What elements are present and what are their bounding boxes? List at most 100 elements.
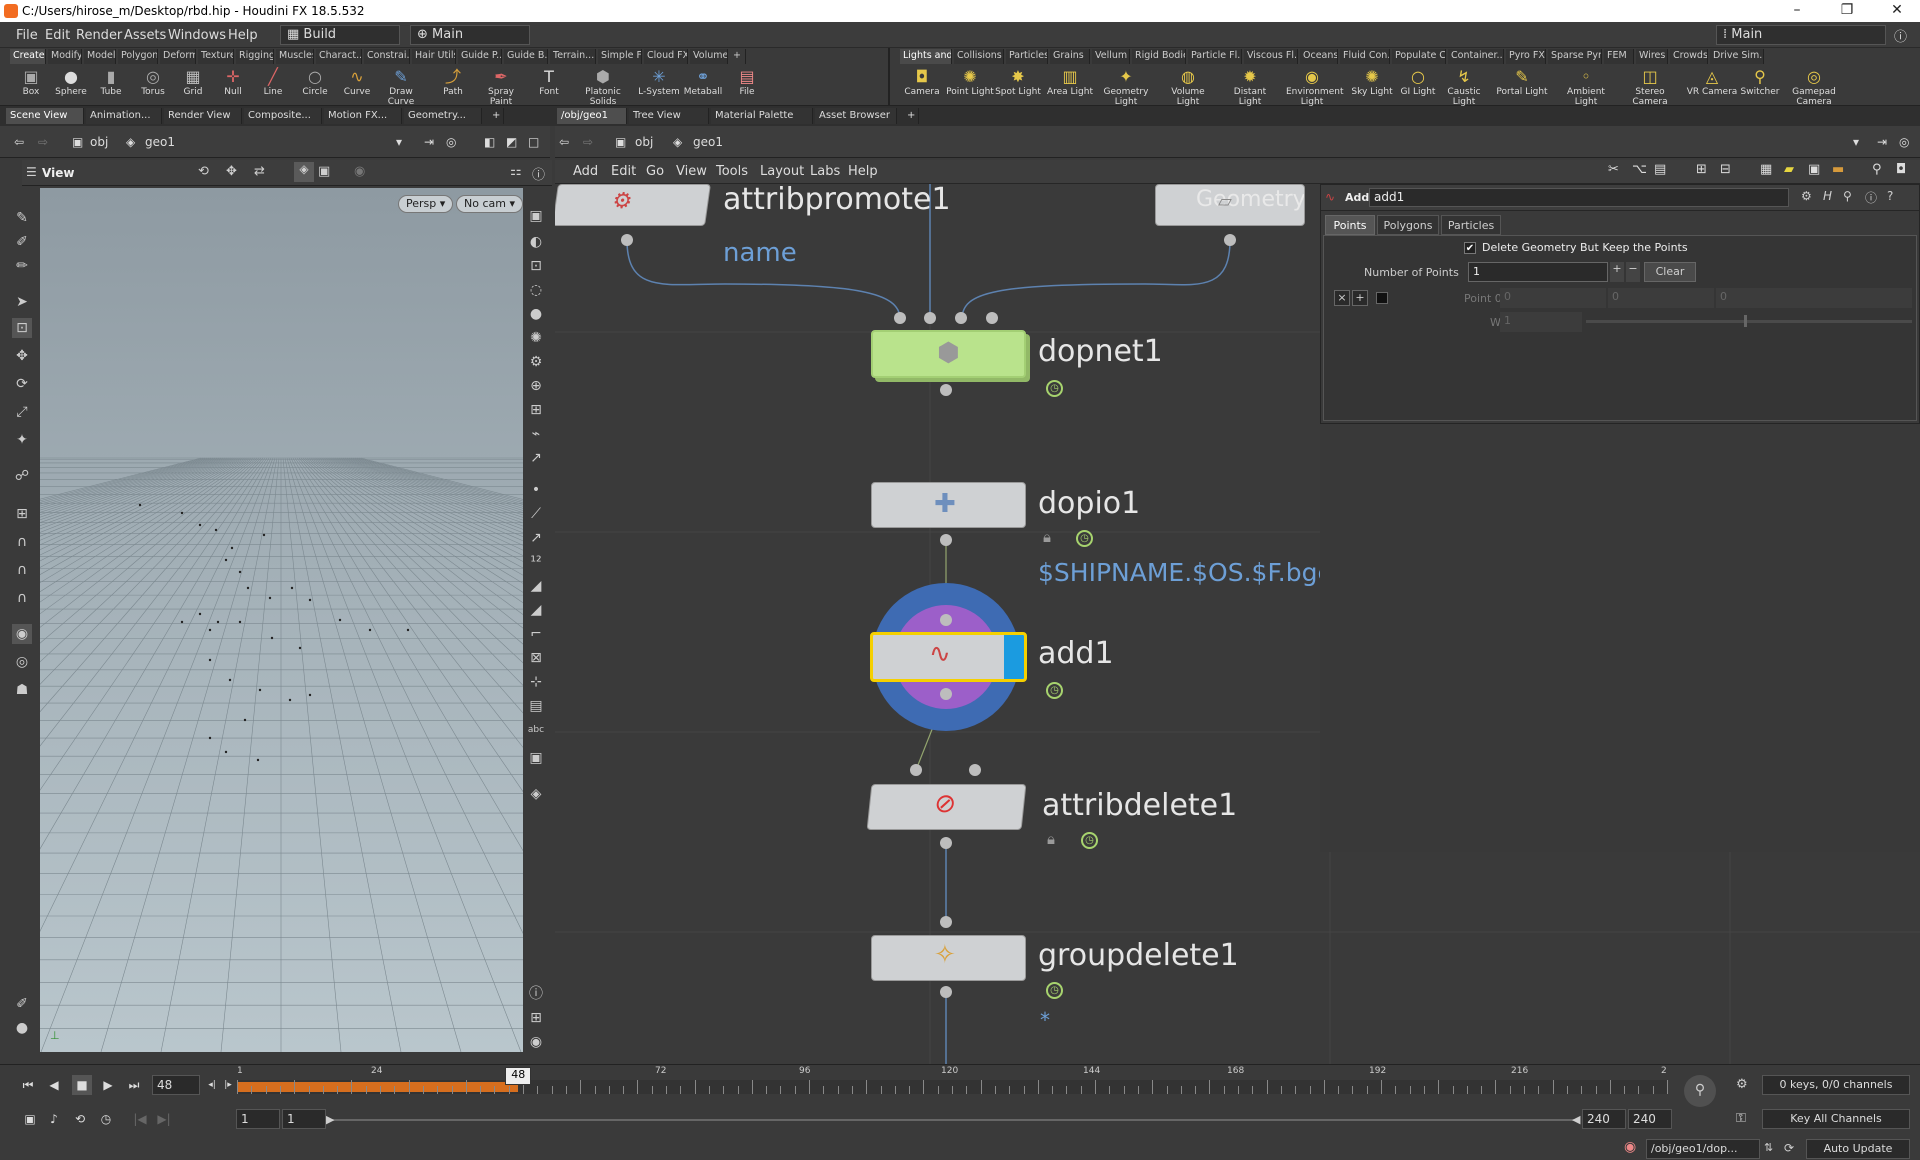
label-attribpromote1[interactable]: attribpromote1	[723, 184, 951, 217]
num-points-plus[interactable]: +	[1610, 262, 1624, 282]
shelf-right-tab-10[interactable]: Populate C...	[1392, 49, 1446, 64]
tool-ambient-light[interactable]: ◦ Ambient Light	[1560, 67, 1612, 107]
net-search-icon[interactable]: ⚲	[1872, 162, 1882, 177]
shelf-right-tab-11[interactable]: Container...	[1448, 49, 1504, 64]
shelf-right-tab-4[interactable]: Vellum	[1092, 49, 1130, 64]
close-button[interactable]: ✕	[1882, 2, 1912, 18]
jump-start-button[interactable]: ⏮	[18, 1075, 38, 1095]
key-icon[interactable]: ⚿	[1736, 1111, 1746, 1126]
pin-icon[interactable]: ⇥	[424, 135, 434, 149]
param-search-icon[interactable]: ⚲	[1843, 189, 1852, 203]
shelf-tab-10[interactable]: Hair Utils	[412, 49, 456, 64]
shelf-tab-2[interactable]: Model	[84, 49, 116, 64]
net-dropdown-icon[interactable]: ▾	[1853, 135, 1859, 149]
num-points-field[interactable]: 1	[1468, 262, 1608, 282]
path-obj[interactable]: obj	[90, 135, 108, 149]
node-attribdelete1[interactable]: ⊘	[866, 784, 1027, 830]
tool-file[interactable]: ▤ File	[724, 67, 770, 105]
output-connector[interactable]	[940, 384, 952, 396]
shelf-tab-3[interactable]: Polygon	[118, 49, 158, 64]
input-connector[interactable]	[955, 312, 967, 324]
bbox-icon[interactable]: ⊠	[526, 648, 546, 668]
timeline-frame-marker[interactable]: 48	[505, 1067, 532, 1085]
tool-gi-light[interactable]: ○ GI Light	[1392, 67, 1444, 105]
point0-x-field[interactable]: 0	[1500, 288, 1606, 308]
lens-icon[interactable]: ◎	[12, 652, 32, 672]
display-options-icon[interactable]: ⚏	[510, 164, 522, 179]
select-arrow-icon[interactable]: ➤	[12, 292, 32, 312]
net-tab-2[interactable]: Material Palette	[711, 108, 813, 124]
play-button[interactable]: ▶	[98, 1075, 118, 1095]
point0-y-field[interactable]: 0	[1608, 288, 1714, 308]
label-add1[interactable]: add1	[1038, 636, 1114, 671]
tool-sky-light[interactable]: ✺ Sky Light	[1346, 67, 1398, 105]
uv-icon[interactable]: ⌐	[526, 624, 546, 644]
shelf-tab-7[interactable]: Muscles	[276, 49, 314, 64]
minimize-button[interactable]: –	[1782, 2, 1812, 18]
shelf-tab-12[interactable]: Guide B...	[504, 49, 548, 64]
node-geometry[interactable]: Geometry ▱	[1155, 184, 1305, 226]
node-groupdelete1[interactable]: ✧	[871, 935, 1026, 981]
w-slider[interactable]	[1586, 320, 1912, 323]
shelf-right-tab-13[interactable]: Sparse Pyr...	[1548, 49, 1602, 64]
tool-l-system[interactable]: ✳ L-System	[636, 67, 682, 105]
record-icon[interactable]: ◉	[354, 164, 365, 179]
left-tab-1[interactable]: Animation...	[86, 108, 162, 124]
input-connector[interactable]	[894, 312, 906, 324]
tool-area-light[interactable]: ▥ Area Light	[1044, 67, 1096, 105]
image-icon[interactable]: ▣	[526, 748, 546, 768]
clock-flag-icon[interactable]: ◷	[1046, 982, 1063, 999]
net-menu-go[interactable]: Go	[646, 164, 664, 179]
output-connector[interactable]	[940, 534, 952, 546]
display-icon[interactable]: ▣	[526, 206, 546, 226]
ghost-icon[interactable]: ◌	[526, 280, 546, 300]
shelf-right-tab-3[interactable]: Grains	[1050, 49, 1090, 64]
net-menu-tools[interactable]: Tools	[716, 164, 748, 179]
current-frame-field[interactable]: 48	[152, 1075, 200, 1095]
cache-icon[interactable]: ▤	[526, 696, 546, 716]
shelf-tab-9[interactable]: Constrai...	[364, 49, 410, 64]
pan-icon[interactable]: ✥	[226, 164, 237, 179]
tool-caustic-light[interactable]: ↯ Caustic Light	[1438, 67, 1490, 107]
camera-tool-icon[interactable]: ◉	[12, 624, 32, 644]
refresh-icon[interactable]: ⟳	[1784, 1141, 1794, 1155]
tab-points[interactable]: Points	[1325, 215, 1375, 235]
tool-distant-light[interactable]: ✹ Distant Light	[1224, 67, 1276, 107]
range-end-handle[interactable]: ◀	[1572, 1113, 1580, 1126]
persp-menu[interactable]: Persp ▾	[398, 195, 454, 213]
w-field[interactable]: 1	[1500, 312, 1582, 332]
view-menu-icon[interactable]: ☰	[26, 165, 37, 179]
dropdown-icon[interactable]: ▾	[396, 135, 402, 149]
prim-number-icon[interactable]: ◢	[526, 600, 546, 620]
tool-camera[interactable]: ◘ Camera	[896, 67, 948, 105]
shelf-tab-16[interactable]: Volume	[690, 49, 728, 64]
output-connector[interactable]	[940, 837, 952, 849]
stop-button[interactable]: ■	[72, 1075, 92, 1095]
output-connector[interactable]	[621, 234, 633, 246]
target-icon[interactable]: ⊕	[526, 376, 546, 396]
rotate-icon[interactable]: ⟳	[12, 374, 32, 394]
maximize-button[interactable]: ❐	[1832, 2, 1862, 18]
net-back-arrow-icon[interactable]: ⇦	[559, 135, 569, 149]
lock-icon[interactable]: 🔒︎	[1047, 830, 1055, 848]
w-slider-handle[interactable]	[1744, 315, 1747, 327]
shelf-right-tab-1[interactable]: Collisions	[954, 49, 1004, 64]
handle-icon[interactable]: ✦	[12, 430, 32, 450]
lock-camera-icon[interactable]: ⊡	[526, 256, 546, 276]
shelf-right-tab-6[interactable]: Particle Fl...	[1188, 49, 1242, 64]
audio-icon[interactable]: ♪	[44, 1109, 64, 1129]
loop-icon[interactable]: ⟲	[70, 1109, 90, 1129]
tab-polygons[interactable]: Polygons	[1377, 215, 1439, 235]
performance-icon[interactable]: ◉	[1624, 1139, 1636, 1155]
tool-draw-curve[interactable]: ✎ Draw Curve	[378, 67, 424, 107]
timeline-track[interactable]: 1 24 72 96 120 144 168 192 216 2	[237, 1066, 1668, 1094]
point-number-icon[interactable]: ¹²	[526, 552, 546, 572]
info-icon[interactable]: ⓘ	[526, 984, 546, 1004]
magnet-pen-icon[interactable]: ✐	[12, 232, 32, 252]
node-dopio1[interactable]: ✚	[871, 482, 1026, 528]
pose-icon[interactable]: ☍	[12, 466, 32, 486]
tool-tube[interactable]: ▮ Tube	[88, 67, 134, 105]
range-end2-field[interactable]: 240	[1628, 1109, 1672, 1129]
point-icon[interactable]: •	[526, 480, 546, 500]
tool-gamepad-camera[interactable]: ◎ Gamepad Camera	[1788, 67, 1840, 107]
